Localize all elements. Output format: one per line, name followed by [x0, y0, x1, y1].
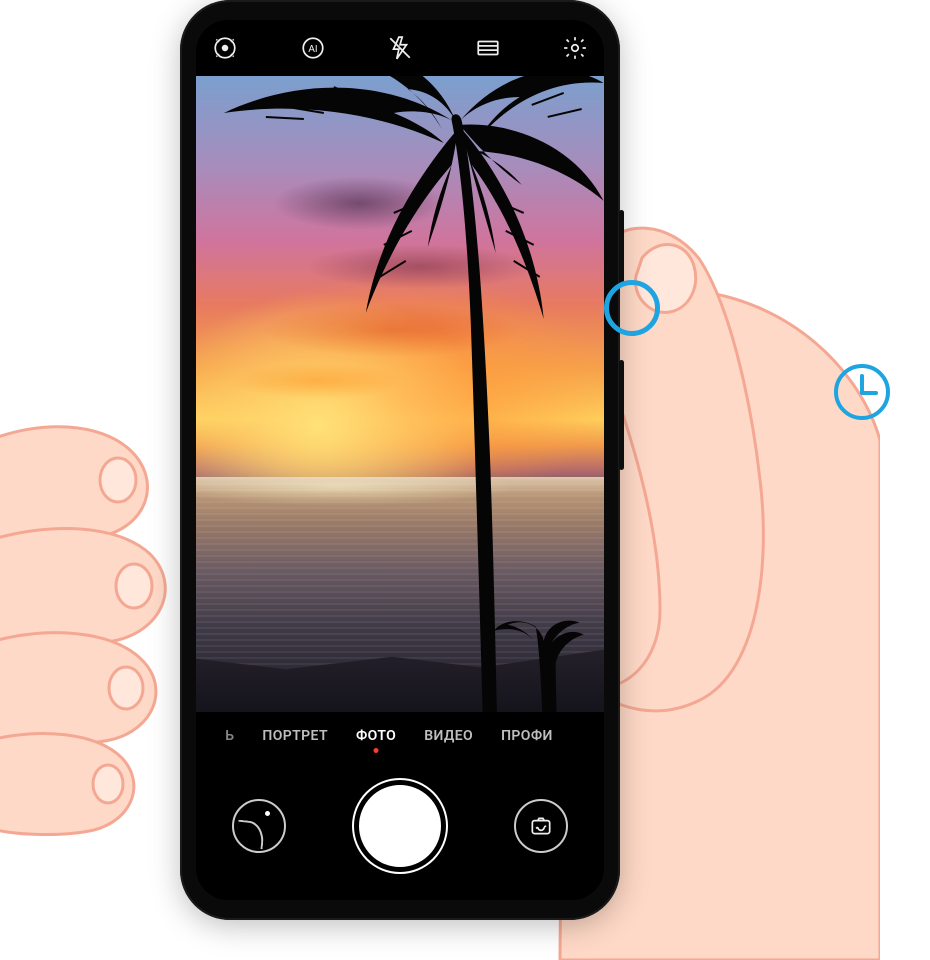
svg-text:AI: AI: [308, 44, 317, 55]
volume-button[interactable]: [619, 360, 624, 470]
ai-mode-icon[interactable]: AI: [296, 31, 330, 65]
camera-controls: [196, 760, 604, 900]
settings-icon[interactable]: [558, 31, 592, 65]
mode-pro[interactable]: ПРОФИ: [501, 728, 553, 744]
power-button-highlight-icon: [604, 280, 660, 336]
power-button[interactable]: [619, 210, 624, 284]
shutter-button[interactable]: [359, 785, 441, 867]
illustration-stage: AI: [0, 0, 930, 960]
gallery-button[interactable]: [232, 799, 286, 853]
switch-camera-button[interactable]: [514, 799, 568, 853]
aspect-ratio-icon[interactable]: [471, 31, 505, 65]
mode-partial[interactable]: Ь: [225, 728, 234, 744]
camera-viewfinder[interactable]: [196, 76, 604, 712]
camera-mode-strip: Ь ПОРТРЕТ ФОТО ВИДЕО ПРОФИ: [196, 712, 604, 760]
mode-portrait[interactable]: ПОРТРЕТ: [262, 728, 328, 744]
gallery-dot-icon: [265, 811, 270, 816]
flash-off-icon[interactable]: [383, 31, 417, 65]
camera-topbar: AI: [196, 20, 604, 76]
viewfinder-palm: [196, 76, 604, 712]
camera-app-screen: AI: [196, 20, 604, 900]
mode-photo[interactable]: ФОТО: [356, 728, 396, 744]
phone-frame: AI: [180, 0, 620, 920]
motion-photo-icon[interactable]: [208, 31, 242, 65]
mode-video[interactable]: ВИДЕО: [424, 728, 473, 744]
long-press-clock-icon: [830, 360, 894, 424]
